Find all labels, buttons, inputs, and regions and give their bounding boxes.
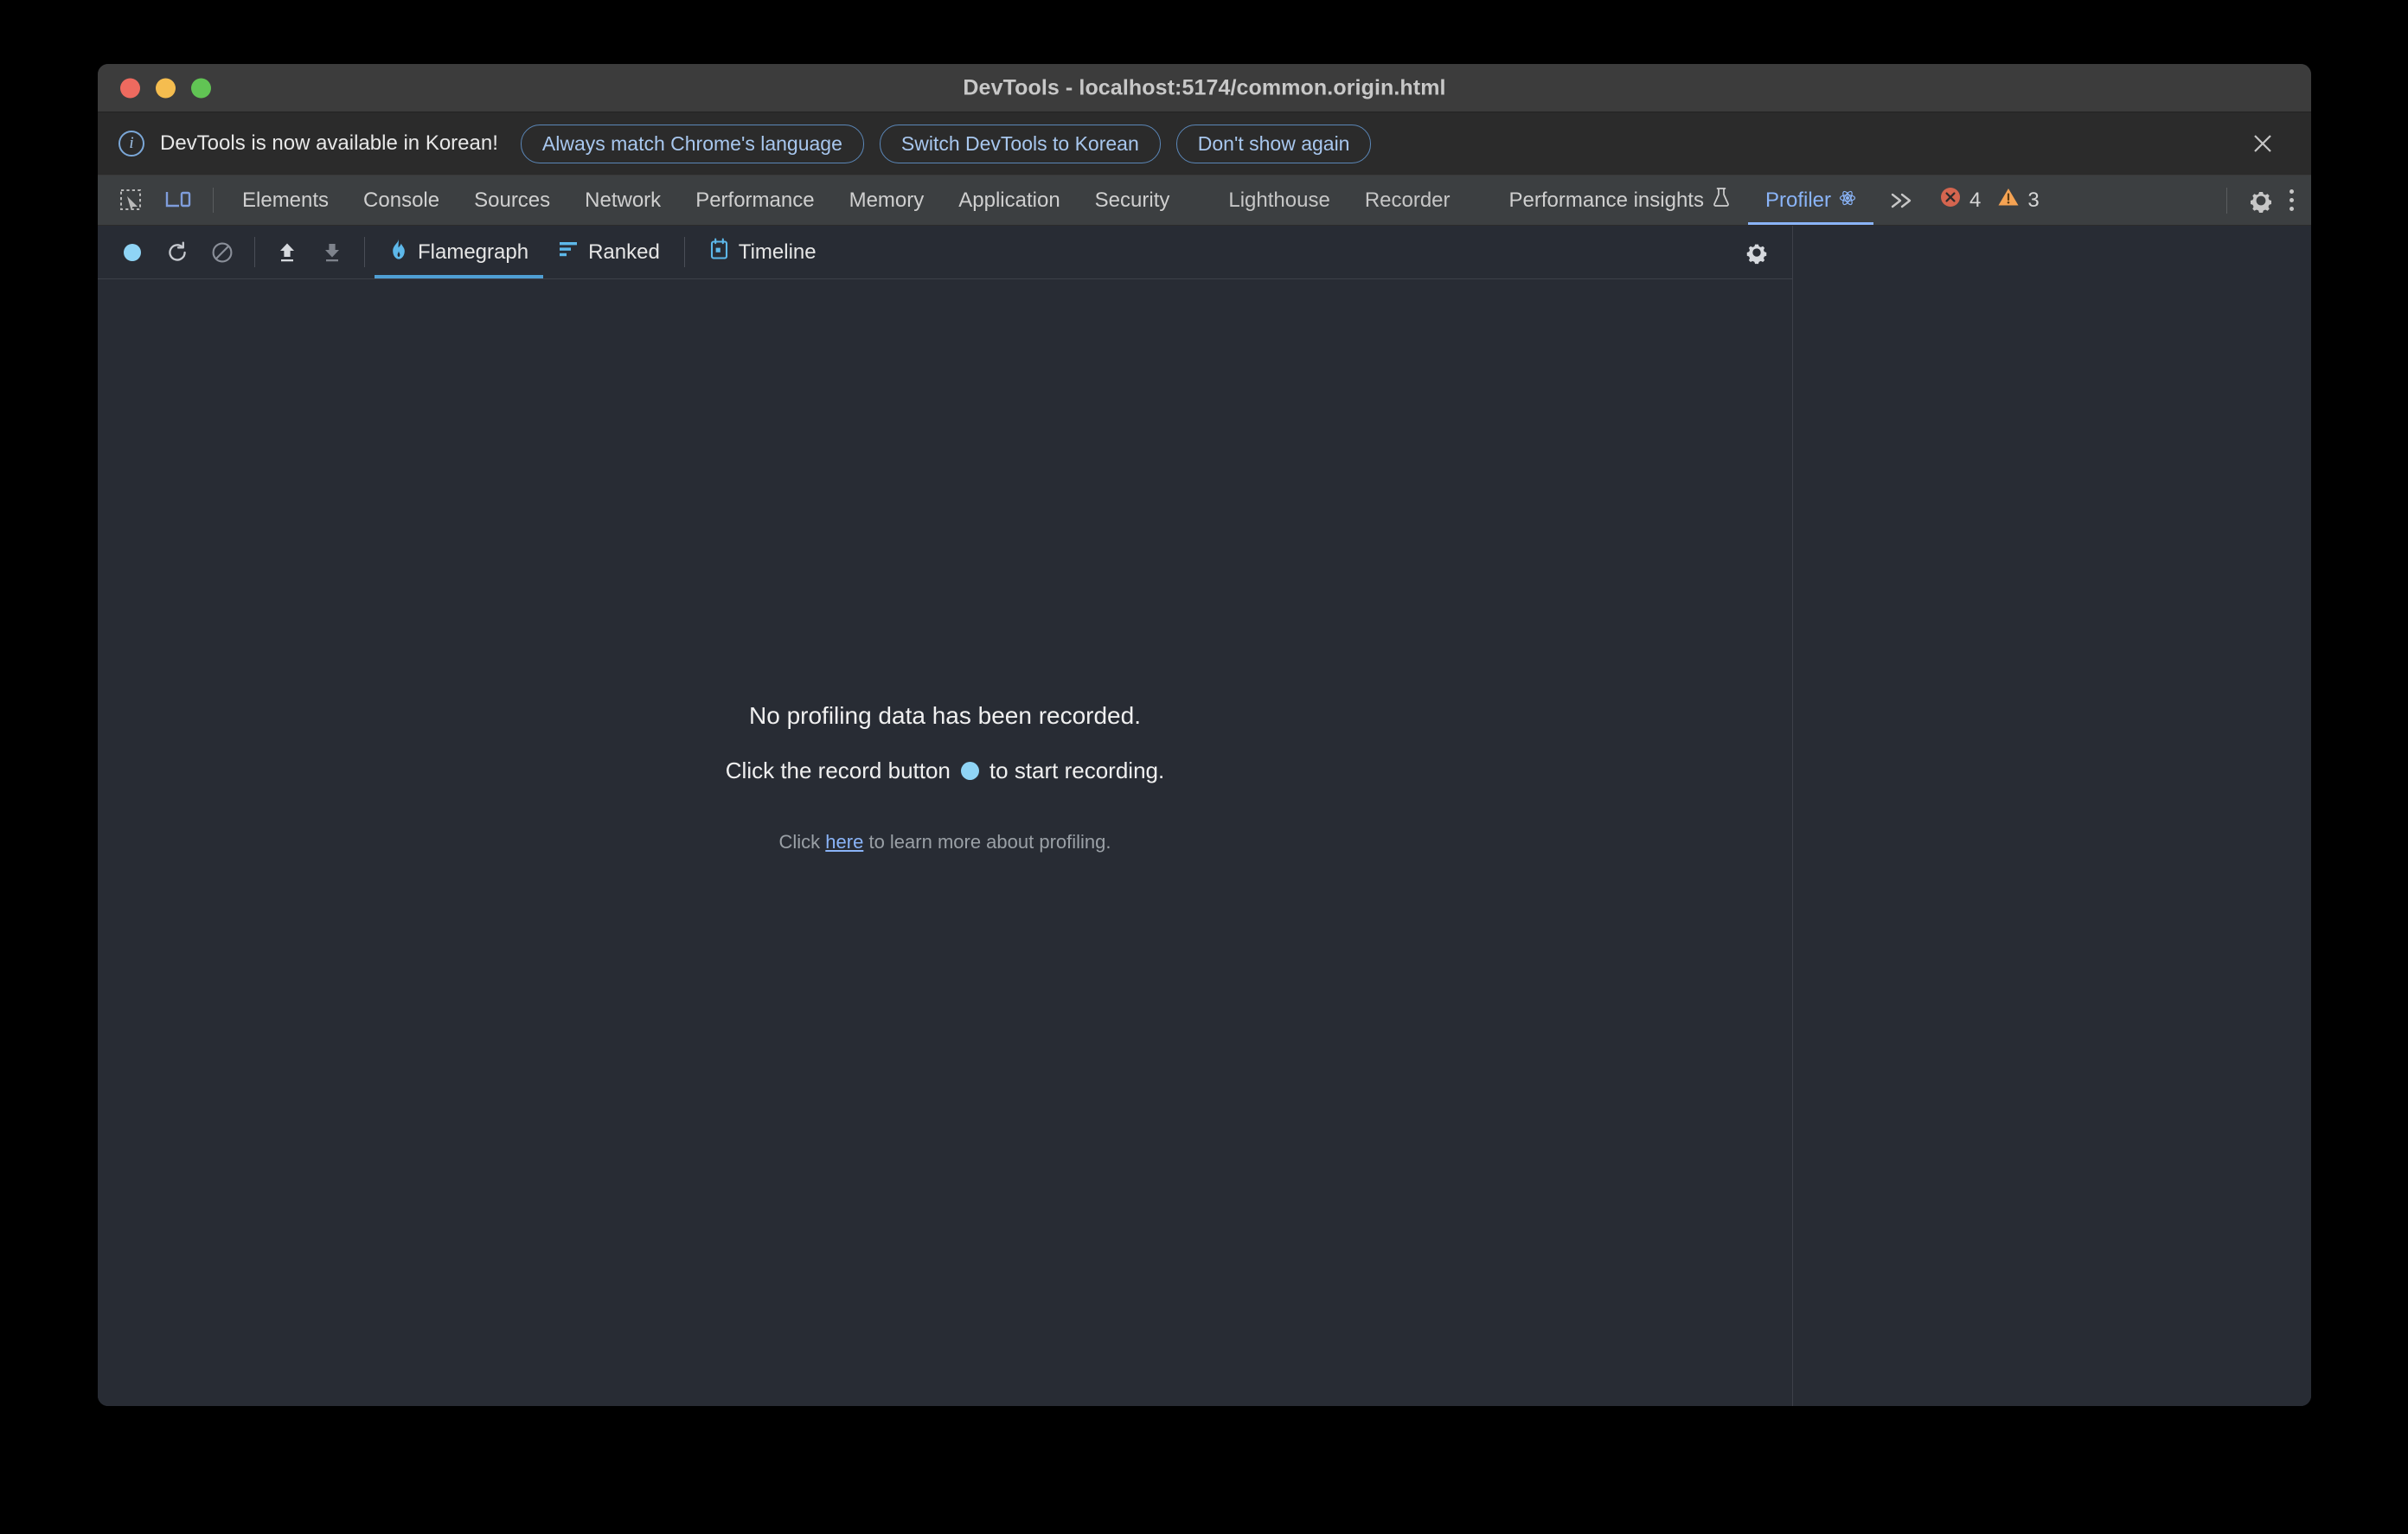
kebab-menu-icon[interactable] [2283,189,2311,211]
gear-icon[interactable] [2239,179,2283,222]
close-icon[interactable] [2244,125,2282,163]
device-toolbar-icon[interactable] [155,176,202,225]
tab-label: Recorder [1365,189,1451,213]
locale-notification-message: DevTools is now available in Korean! [160,131,498,156]
profiler-sidebar-pane [1793,226,2311,1406]
profiler-toolbar: Flamegraph Ranked [98,226,1792,279]
tab-label: Profiler [1765,189,1831,213]
tabbar-divider [213,188,214,213]
tab-label: Lighthouse [1228,189,1329,213]
tab-recorder[interactable]: Recorder [1348,176,1468,225]
tabbar-divider-right [2226,188,2227,214]
record-circle-icon[interactable] [110,226,155,278]
tab-console[interactable]: Console [346,176,457,225]
tab-label: Memory [849,189,925,213]
timeline-calendar-icon [709,238,729,266]
tab-label: Security [1095,189,1170,213]
tab-performance-insights[interactable]: Performance insights [1492,176,1748,225]
tabbar-right-controls [2214,176,2311,225]
tab-application[interactable]: Application [941,176,1077,225]
tab-label: Console [363,189,439,213]
tab-label: Performance [695,189,814,213]
reload-and-record-icon[interactable] [155,226,200,278]
learn-more-link[interactable]: here [825,831,863,853]
empty-state-learn-more: Click here to learn more about profiling… [778,831,1111,853]
tab-label: Performance insights [1509,189,1704,213]
tab-lighthouse[interactable]: Lighthouse [1211,176,1347,225]
window-titlebar: DevTools - localhost:5174/common.origin.… [98,64,2311,112]
warning-triangle-icon [1997,186,2020,214]
profiler-view-ranked[interactable]: Ranked [543,226,675,278]
profiler-view-label: Timeline [739,240,817,265]
dont-show-again-button[interactable]: Don't show again [1176,125,1372,163]
issue-counters[interactable]: 4 3 [1931,176,2053,225]
clear-profiling-data-icon[interactable] [200,226,245,278]
profiler-toolbar-divider [254,237,255,267]
always-match-language-button[interactable]: Always match Chrome's language [521,125,864,163]
profiler-toolbar-divider-3 [684,237,685,267]
tab-sources[interactable]: Sources [457,176,567,225]
tab-memory[interactable]: Memory [832,176,942,225]
tab-performance[interactable]: Performance [678,176,831,225]
profiler-view-flamegraph[interactable]: Flamegraph [375,226,543,278]
profiler-toolbar-divider-2 [364,237,365,267]
inspect-element-icon[interactable] [108,176,155,225]
error-circle-icon [1939,186,1962,214]
error-count: 4 [1969,189,1981,213]
tab-network[interactable]: Network [567,176,678,225]
devtools-body: Flamegraph Ranked [98,226,2311,1406]
learn-more-before: Click [778,831,820,853]
experiment-flask-icon [1712,187,1731,214]
profiler-view-label: Flamegraph [418,240,528,265]
tab-label: Sources [474,189,550,213]
warning-count: 3 [2027,189,2039,213]
locale-notification-bar: i DevTools is now available in Korean! A… [98,112,2311,176]
empty-state-title: No profiling data has been recorded. [749,702,1141,730]
devtools-tabbar: Elements Console Sources Network Perform… [98,176,2311,226]
switch-devtools-language-button[interactable]: Switch DevTools to Korean [880,125,1161,163]
learn-more-after: to learn more about profiling. [868,831,1111,853]
info-icon: i [118,131,144,157]
react-atom-icon [1839,189,1856,213]
flame-icon [389,238,408,266]
tab-label: Elements [242,189,329,213]
tab-elements[interactable]: Elements [225,176,346,225]
tab-label: Application [958,189,1060,213]
devtools-window: DevTools - localhost:5174/common.origin.… [98,64,2311,1406]
empty-state-instruction-before: Click the record button [726,757,951,784]
record-dot-icon [961,762,979,780]
ranked-bars-icon [558,240,579,265]
profiler-panel: Flamegraph Ranked [98,226,1793,1406]
empty-state-instruction: Click the record button to start recordi… [726,757,1164,784]
export-download-icon[interactable] [310,226,355,278]
import-upload-icon[interactable] [265,226,310,278]
chevron-double-right-icon[interactable] [1873,176,1931,225]
profiler-view-label: Ranked [588,240,660,265]
empty-state-instruction-after: to start recording. [989,757,1164,784]
tab-profiler[interactable]: Profiler [1748,176,1873,225]
tab-label: Network [585,189,661,213]
profiler-empty-state: No profiling data has been recorded. Cli… [98,279,1792,1406]
window-title: DevTools - localhost:5174/common.origin.… [98,75,2311,100]
profiler-view-timeline[interactable]: Timeline [695,226,831,278]
profiler-settings-gear-icon[interactable] [1744,226,1770,278]
tab-security[interactable]: Security [1078,176,1188,225]
